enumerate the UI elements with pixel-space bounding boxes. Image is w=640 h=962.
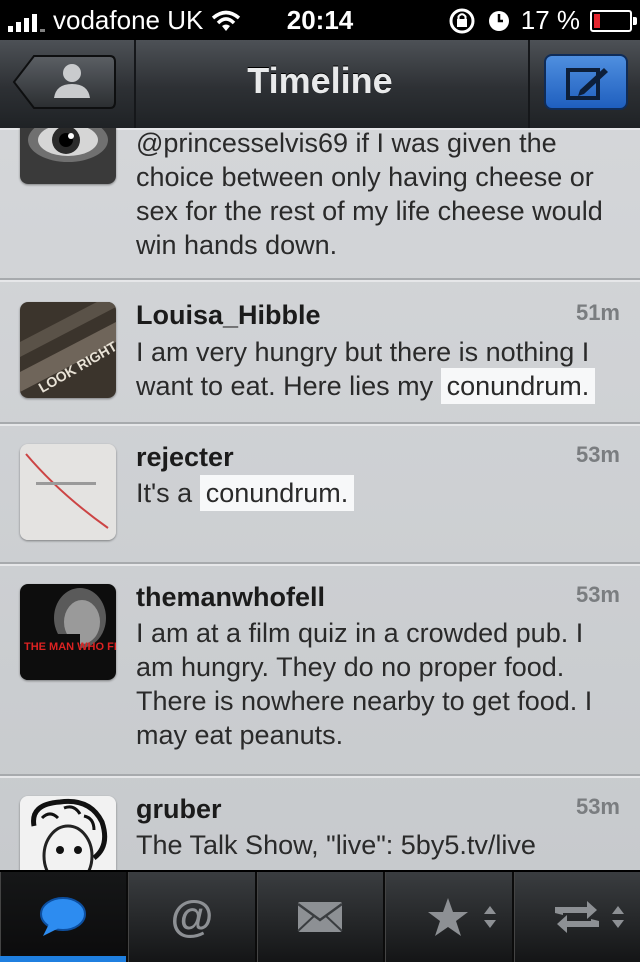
status-bar: vodafone UK 20:14 17 % — [0, 0, 640, 40]
search-highlight: conundrum. — [199, 475, 355, 511]
avatar[interactable] — [20, 444, 116, 540]
tab-retweets[interactable] — [511, 872, 640, 962]
alarm-icon — [488, 10, 509, 31]
tweet-timestamp: 53m — [575, 582, 620, 607]
chevron-updown-icon — [612, 906, 625, 928]
tab-timeline[interactable] — [0, 872, 127, 962]
nav-divider-right — [528, 40, 530, 128]
tab-mentions[interactable]: @ — [126, 872, 254, 962]
battery-percent: 17 % — [520, 5, 580, 35]
chevron-updown-icon — [483, 906, 496, 928]
tweet-timestamp: 53m — [575, 794, 620, 819]
search-highlight: conundrum. — [440, 368, 596, 404]
tab-messages[interactable] — [254, 872, 383, 962]
avatar[interactable] — [20, 796, 116, 870]
tweet-cell[interactable]: LOOK RIGHT Louisa_Hibble 51m I am very h… — [0, 280, 640, 424]
avatar-caption-text: THE MAN WHO FELL ASLEEP — [24, 641, 116, 653]
status-right: 17 % — [447, 5, 637, 36]
avatar[interactable]: LOOK RIGHT — [20, 302, 116, 398]
tweet-text: It's a conundrum. — [136, 475, 626, 511]
tweet-text: I am at a film quiz in a crowded pub. I … — [136, 618, 593, 750]
compose-button[interactable] — [544, 54, 628, 110]
at-mention-icon: @ — [170, 893, 213, 941]
svg-text:@: @ — [170, 893, 213, 941]
speech-bubble-icon — [40, 897, 87, 936]
envelope-icon — [297, 902, 343, 932]
tweet-cell[interactable]: THE MAN WHO FELL ASLEEP themanwhofell 53… — [0, 564, 640, 776]
tweet-cell[interactable]: gruber 53m The Talk Show, "live": 5by5.t… — [0, 776, 640, 870]
tweet-cell[interactable]: rejecter 53m It's a conundrum. — [0, 424, 640, 564]
tweet-cell[interactable]: @princesselvis69 if I was given the choi… — [0, 128, 640, 280]
tweet-timestamp: 53m — [575, 442, 620, 467]
tweet-username[interactable]: themanwhofell — [136, 582, 325, 613]
tweet-text: The Talk Show, "live": 5by5.tv/live — [136, 830, 536, 860]
tweet-text: @princesselvis69 if I was given the choi… — [136, 128, 603, 260]
rotation-lock-icon — [449, 8, 475, 33]
avatar[interactable] — [20, 128, 116, 184]
tab-bar: @ — [0, 870, 640, 962]
battery-fill — [594, 13, 600, 28]
retweet-icon — [554, 901, 599, 933]
tweet-timestamp: 51m — [575, 300, 620, 325]
tweet-username[interactable]: rejecter — [136, 442, 234, 473]
battery-icon — [590, 9, 637, 32]
tweet-text: I am very hungry but there is nothing I … — [136, 335, 626, 404]
avatar[interactable]: THE MAN WHO FELL ASLEEP — [20, 584, 116, 680]
compose-pencil-icon — [566, 68, 608, 100]
timeline-list[interactable]: @princesselvis69 if I was given the choi… — [0, 128, 640, 870]
star-icon — [428, 898, 469, 936]
nav-bar: Timeline — [0, 40, 640, 130]
tweet-username[interactable]: gruber — [136, 794, 222, 825]
tweet-username[interactable]: Louisa_Hibble — [136, 300, 321, 331]
tab-favorites[interactable] — [383, 872, 511, 962]
